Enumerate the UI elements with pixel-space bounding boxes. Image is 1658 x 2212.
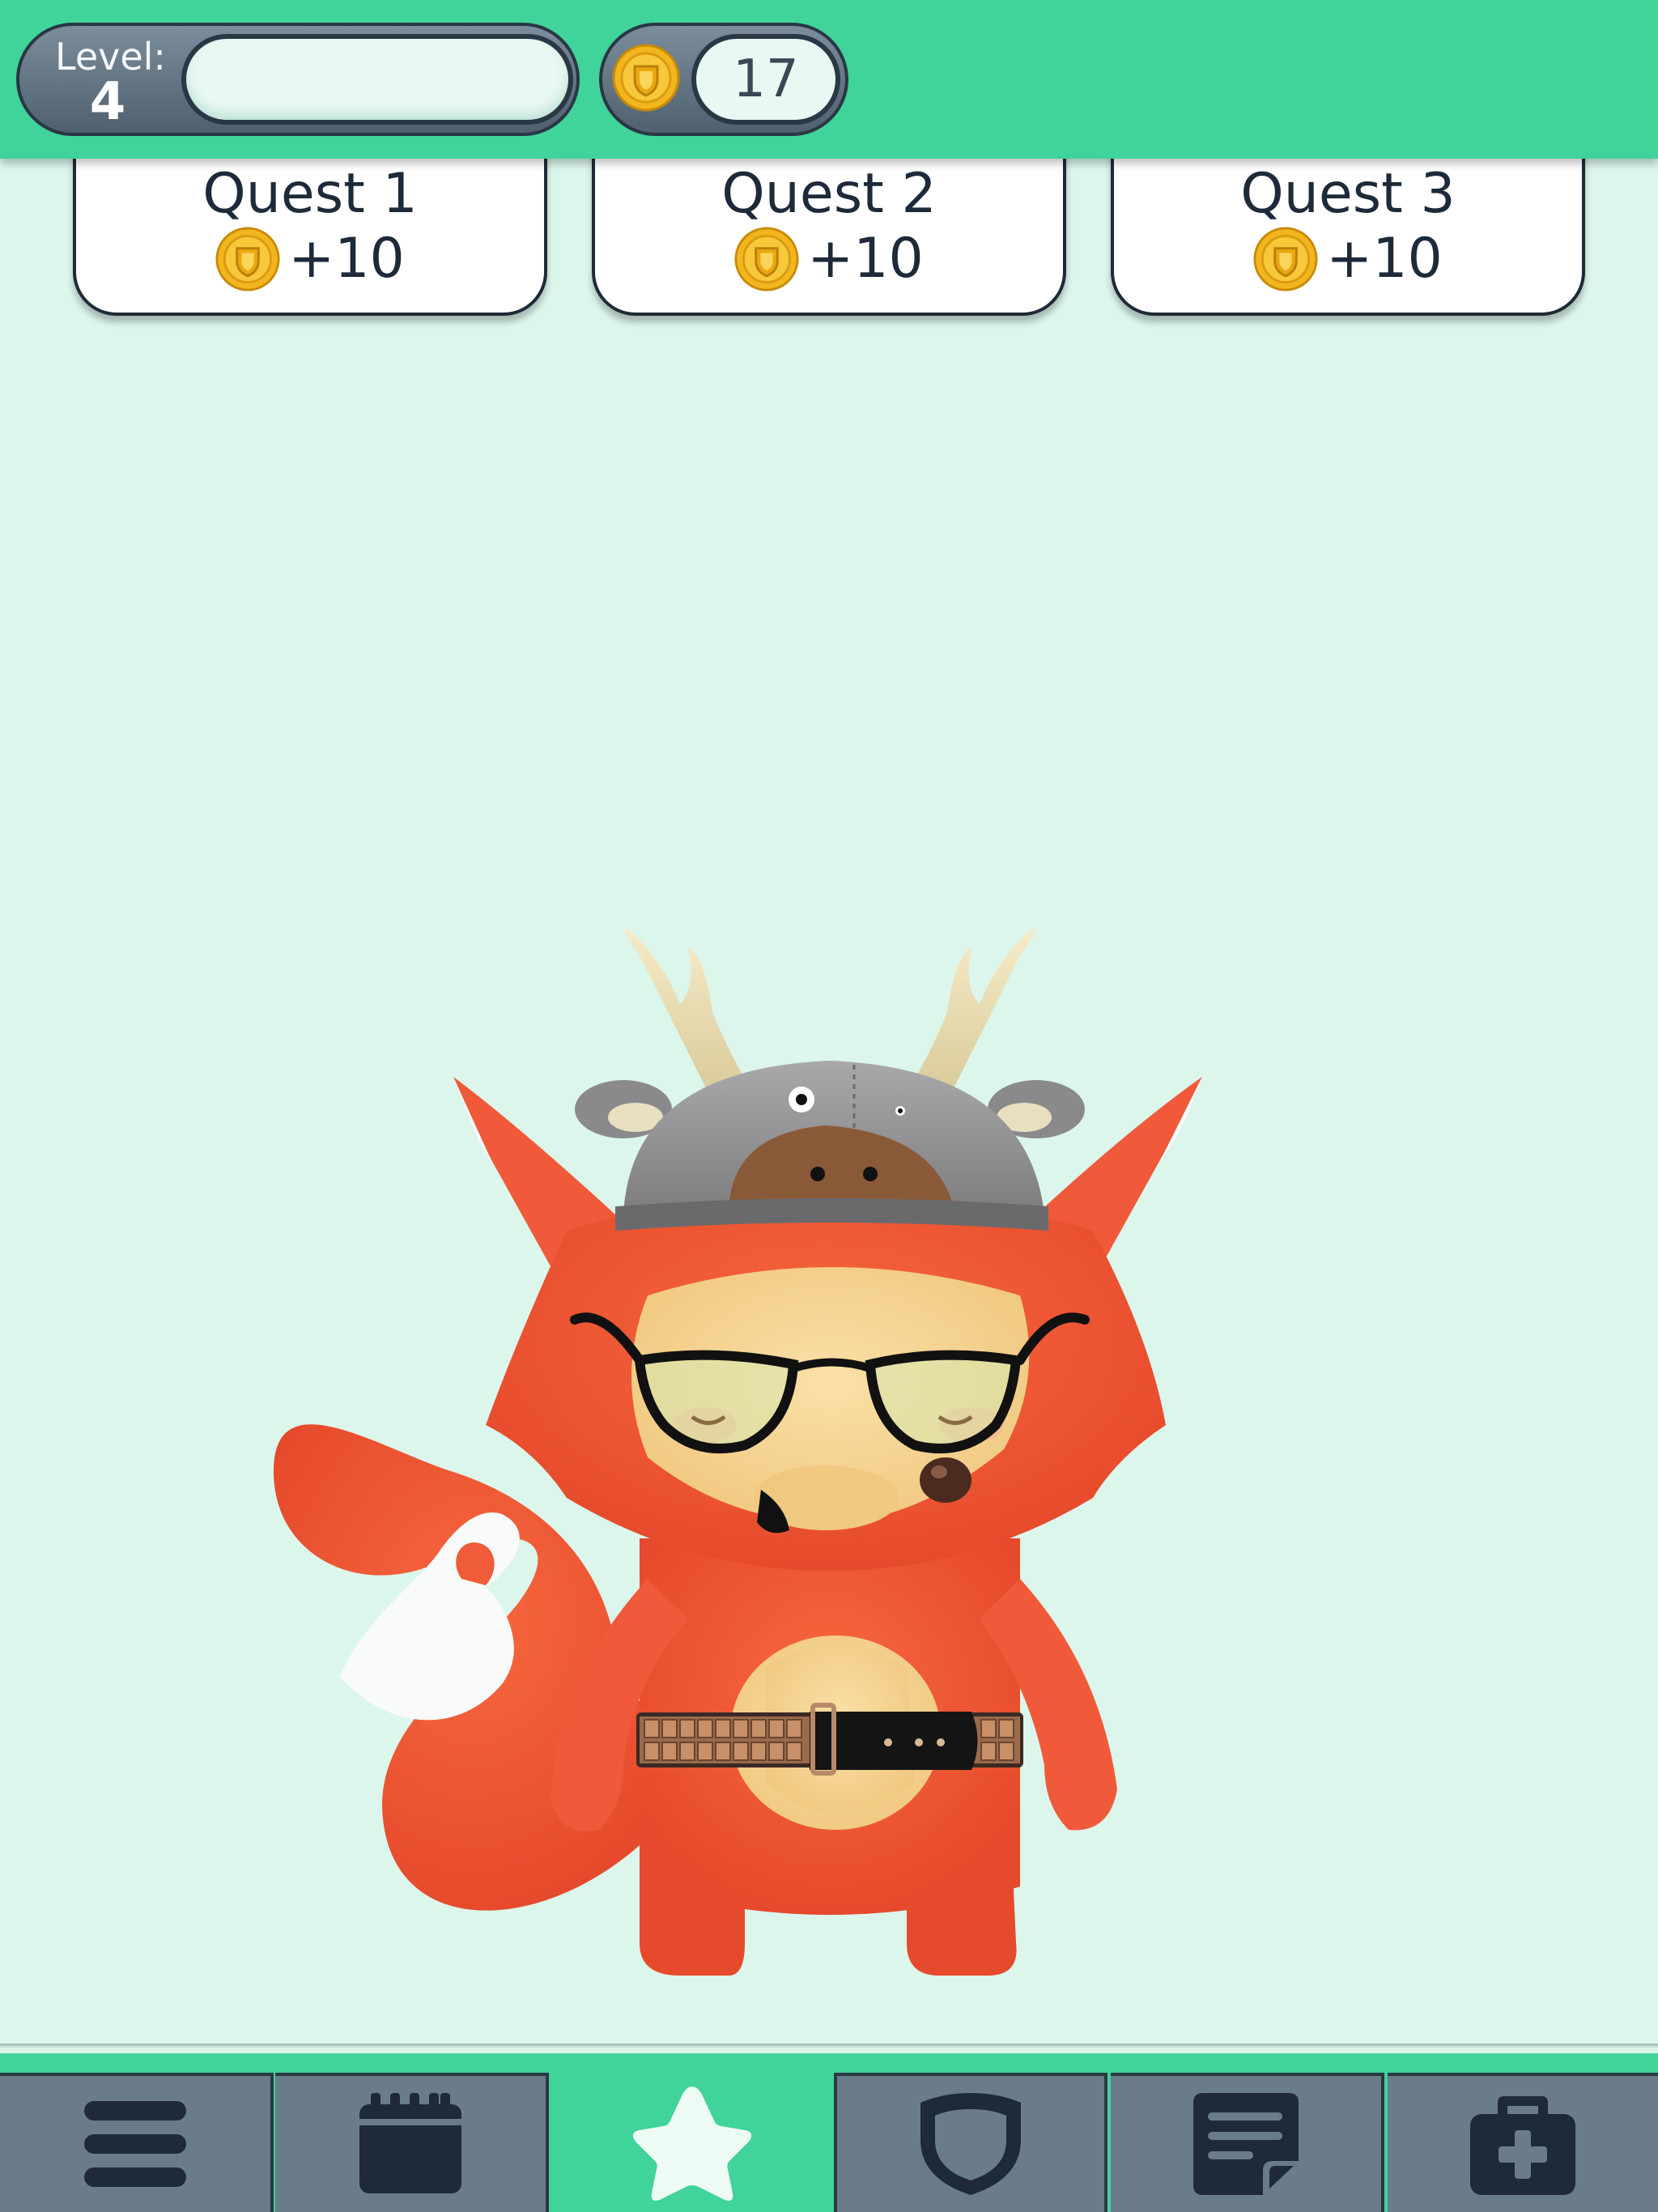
quest-title: Quest 2 bbox=[721, 162, 937, 226]
reward-amount: +10 bbox=[288, 227, 405, 291]
coin-count: 17 bbox=[691, 34, 840, 125]
nav-notes[interactable] bbox=[1111, 2073, 1384, 2212]
star-icon bbox=[632, 2087, 752, 2201]
nav-shield[interactable] bbox=[834, 2073, 1107, 2212]
coin-icon bbox=[612, 44, 680, 112]
coin-icon bbox=[1253, 227, 1318, 291]
level-indicator: Level: 4 bbox=[16, 23, 580, 136]
medkit-icon bbox=[1470, 2096, 1575, 2195]
nav-divider bbox=[0, 2044, 1658, 2048]
fox-character[interactable] bbox=[0, 0, 1658, 2212]
top-bar: Level: 4 17 bbox=[0, 0, 1658, 159]
nav-calendar[interactable] bbox=[275, 2073, 549, 2212]
reward-amount: +10 bbox=[807, 227, 924, 291]
quest-reward: +10 bbox=[76, 227, 544, 291]
coin-balance: 17 bbox=[599, 23, 848, 136]
shield-icon bbox=[920, 2093, 1021, 2195]
fox-head bbox=[486, 1190, 1166, 1571]
quest-title: Quest 1 bbox=[202, 162, 418, 226]
nav-menu[interactable] bbox=[0, 2073, 274, 2212]
coin-icon bbox=[734, 227, 799, 291]
level-value: 4 bbox=[89, 72, 126, 132]
studded-belt bbox=[636, 1703, 1023, 1776]
calendar-icon bbox=[359, 2093, 461, 2193]
notes-icon bbox=[1193, 2093, 1299, 2195]
nav-health[interactable] bbox=[1388, 2073, 1658, 2212]
reward-amount: +10 bbox=[1326, 227, 1443, 291]
bottom-nav bbox=[0, 2053, 1658, 2212]
menu-icon bbox=[84, 2101, 186, 2187]
xp-progress-bar bbox=[181, 34, 573, 125]
nav-avatar[interactable] bbox=[552, 2073, 832, 2212]
coin-icon bbox=[215, 227, 280, 291]
quest-reward: +10 bbox=[595, 227, 1063, 291]
moose-hat bbox=[575, 929, 1085, 1231]
quest-title: Quest 3 bbox=[1240, 162, 1456, 226]
quest-reward: +10 bbox=[1114, 227, 1582, 291]
